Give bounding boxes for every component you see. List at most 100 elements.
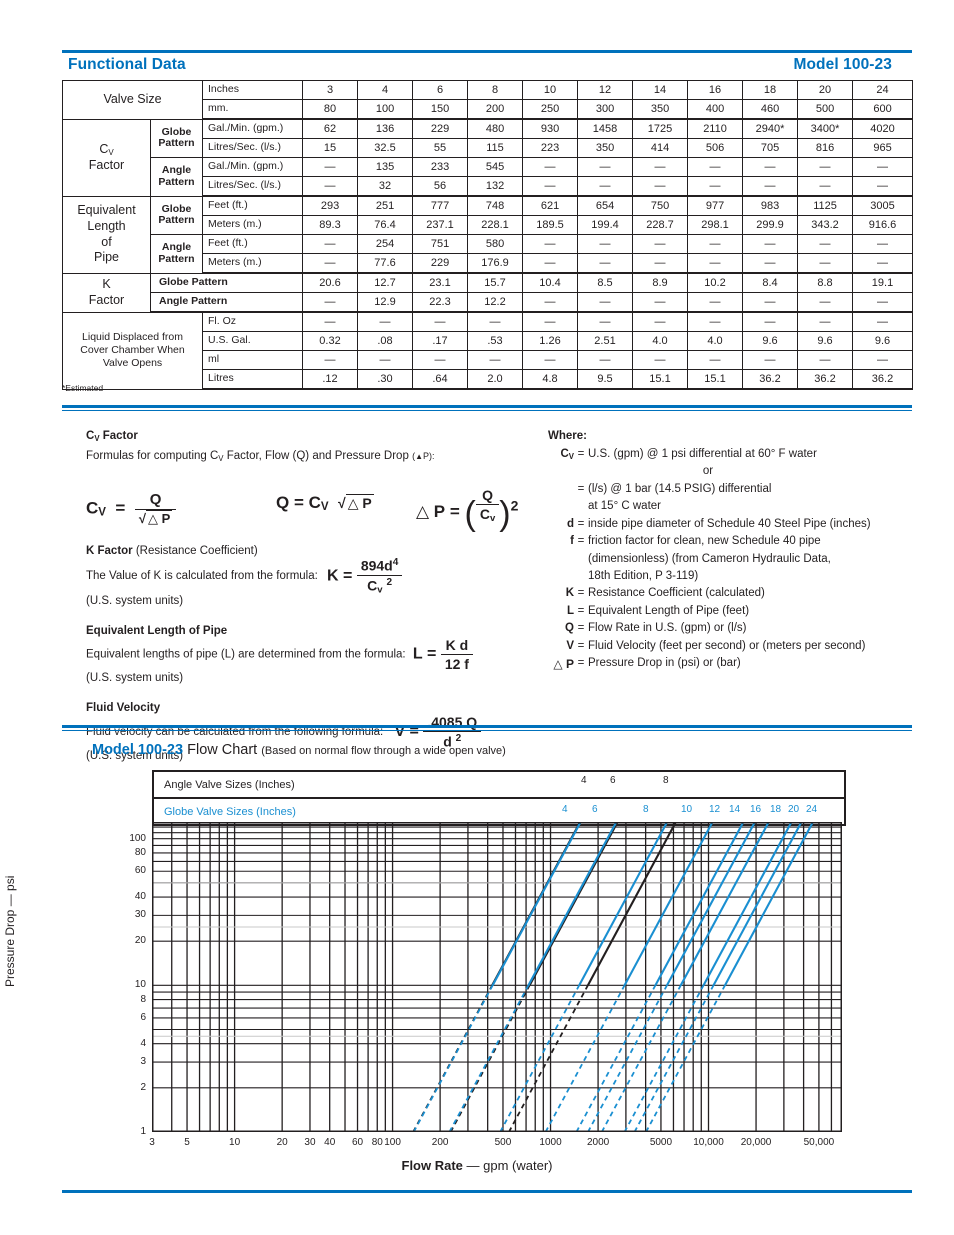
cell: 12.2 bbox=[467, 292, 524, 313]
x-tick-label: 20,000 bbox=[740, 1137, 772, 1148]
cell: .17 bbox=[412, 331, 469, 351]
cell: — bbox=[467, 311, 524, 332]
where-entry: L = Equivalent Length of Pipe (feet) bbox=[548, 604, 918, 619]
cell: — bbox=[302, 157, 359, 177]
where-equals: = bbox=[577, 448, 585, 460]
cv-factor-intro: Formulas for computing CV Factor, Flow (… bbox=[86, 450, 435, 463]
cell: 62 bbox=[302, 118, 359, 139]
cell: 977 bbox=[687, 195, 744, 216]
cell: 621 bbox=[522, 195, 579, 216]
equivalent-length-block: Equivalent Length of Pipe Equivalent len… bbox=[86, 625, 536, 684]
cell: 299.9 bbox=[742, 215, 799, 235]
chart-legend: Angle Valve Sizes (Inches) Globe Valve S… bbox=[152, 770, 846, 826]
cell: 1458 bbox=[577, 118, 634, 139]
where-legend: Where: CV = U.S. (gpm) @ 1 psi different… bbox=[548, 430, 918, 674]
curve-label-globe-10: 10 bbox=[681, 804, 693, 815]
cell: 10.2 bbox=[687, 272, 744, 293]
chart-curve-dashed bbox=[587, 984, 668, 1132]
where-entry: CV = U.S. (gpm) @ 1 psi differential at … bbox=[548, 447, 918, 462]
cell: — bbox=[742, 157, 799, 177]
where-symbol: △ P bbox=[553, 656, 574, 671]
cell: .30 bbox=[357, 369, 414, 390]
x-tick-label: 1000 bbox=[539, 1137, 562, 1148]
cell: — bbox=[687, 350, 744, 370]
equivalent-length-text: Equivalent lengths of pipe (L) are deter… bbox=[86, 637, 536, 672]
cell: 750 bbox=[632, 195, 689, 216]
cell: 135 bbox=[357, 157, 414, 177]
cell: 2.51 bbox=[577, 331, 634, 351]
cell: — bbox=[522, 311, 579, 332]
cell: — bbox=[632, 311, 689, 332]
where-equals: = bbox=[577, 535, 585, 548]
cell: .53 bbox=[467, 331, 524, 351]
where-entry: (dimensionless) (from Cameron Hydraulic … bbox=[548, 552, 918, 567]
cell: 15.1 bbox=[632, 369, 689, 390]
y-tick-label: 2 bbox=[140, 1081, 146, 1093]
formula-dp: △ P = ( Q Cv )2 bbox=[416, 487, 519, 533]
cell: 136 bbox=[357, 118, 414, 139]
cell: 2.0 bbox=[467, 369, 524, 390]
where-symbol: Q bbox=[565, 622, 574, 635]
cell: 18 bbox=[742, 80, 799, 100]
chart-curve-dashed bbox=[449, 984, 531, 1132]
x-tick-label: 5 bbox=[184, 1137, 190, 1148]
cell: — bbox=[687, 157, 744, 177]
cell: — bbox=[522, 350, 579, 370]
unit-label: U.S. Gal. bbox=[202, 331, 304, 351]
cell: 10 bbox=[522, 80, 579, 100]
cv-formula-row: CV = Q √ △ P Q = CV √ △ P △ P = ( Q Cv )2 bbox=[86, 481, 536, 539]
cell: 12 bbox=[577, 80, 634, 100]
cell: 80 bbox=[302, 99, 359, 120]
cell: .12 bbox=[302, 369, 359, 390]
cell: — bbox=[302, 350, 359, 370]
cell: — bbox=[797, 292, 854, 313]
where-symbol: K bbox=[565, 587, 574, 600]
cell: 3400* bbox=[797, 118, 854, 139]
where-symbol bbox=[548, 482, 574, 497]
curve-label-globe-8: 8 bbox=[643, 804, 649, 815]
cell: 12.9 bbox=[357, 292, 414, 313]
where-text: friction factor for clean, new Schedule … bbox=[588, 535, 821, 548]
cell: — bbox=[632, 292, 689, 313]
cell: 20.6 bbox=[302, 272, 359, 293]
cell: — bbox=[797, 176, 854, 197]
x-tick-label: 500 bbox=[494, 1137, 512, 1148]
cell: 8.9 bbox=[632, 272, 689, 293]
cell: 36.2 bbox=[797, 369, 854, 390]
cell: 545 bbox=[467, 157, 524, 177]
where-text: (dimensionless) (from Cameron Hydraulic … bbox=[588, 552, 831, 565]
y-tick-label: 10 bbox=[134, 979, 146, 991]
unit-label: Gal./Min. (gpm.) bbox=[202, 157, 304, 177]
cell: — bbox=[742, 234, 799, 254]
where-entry: K = Resistance Coefficient (calculated) bbox=[548, 586, 918, 601]
cv-factor-heading: CV Factor bbox=[86, 430, 138, 443]
cell: 189.5 bbox=[522, 215, 579, 235]
cell: 4020 bbox=[852, 118, 914, 139]
cell: 500 bbox=[797, 99, 854, 120]
unit-label: Litres/Sec. (l/s.) bbox=[202, 138, 304, 158]
cell: — bbox=[742, 350, 799, 370]
cell: — bbox=[302, 176, 359, 197]
where-symbol bbox=[548, 464, 574, 479]
unit-label: Litres bbox=[202, 369, 304, 390]
cell: — bbox=[852, 176, 914, 197]
unit-label: Gal./Min. (gpm.) bbox=[202, 118, 304, 139]
cell: 4 bbox=[357, 80, 414, 100]
cell: 0.32 bbox=[302, 331, 359, 351]
row-group-cv-factor: CV Factor bbox=[62, 118, 151, 197]
cell: 751 bbox=[412, 234, 469, 254]
cell: 22.3 bbox=[412, 292, 469, 313]
table-row: Angle Pattern — 12.9 22.3 12.2 — — — — —… bbox=[63, 292, 914, 313]
cell: 8 bbox=[467, 80, 524, 100]
cell: 228.1 bbox=[467, 215, 524, 235]
where-entry: at 15° C water bbox=[548, 499, 918, 514]
where-text: Flow Rate in U.S. (gpm) or (l/s) bbox=[588, 622, 747, 635]
model-title: Model 100-23 bbox=[793, 56, 892, 73]
where-entry: d = inside pipe diameter of Schedule 40 … bbox=[548, 517, 918, 532]
formula-cv: CV = Q √ △ P bbox=[86, 491, 177, 527]
formula-k: K = 894d4 Cv 2 bbox=[327, 557, 403, 595]
cell: — bbox=[632, 234, 689, 254]
cell: 300 bbox=[577, 99, 634, 120]
cell: 983 bbox=[742, 195, 799, 216]
chart-subtitle: (Based on normal flow through a wide ope… bbox=[261, 745, 506, 757]
